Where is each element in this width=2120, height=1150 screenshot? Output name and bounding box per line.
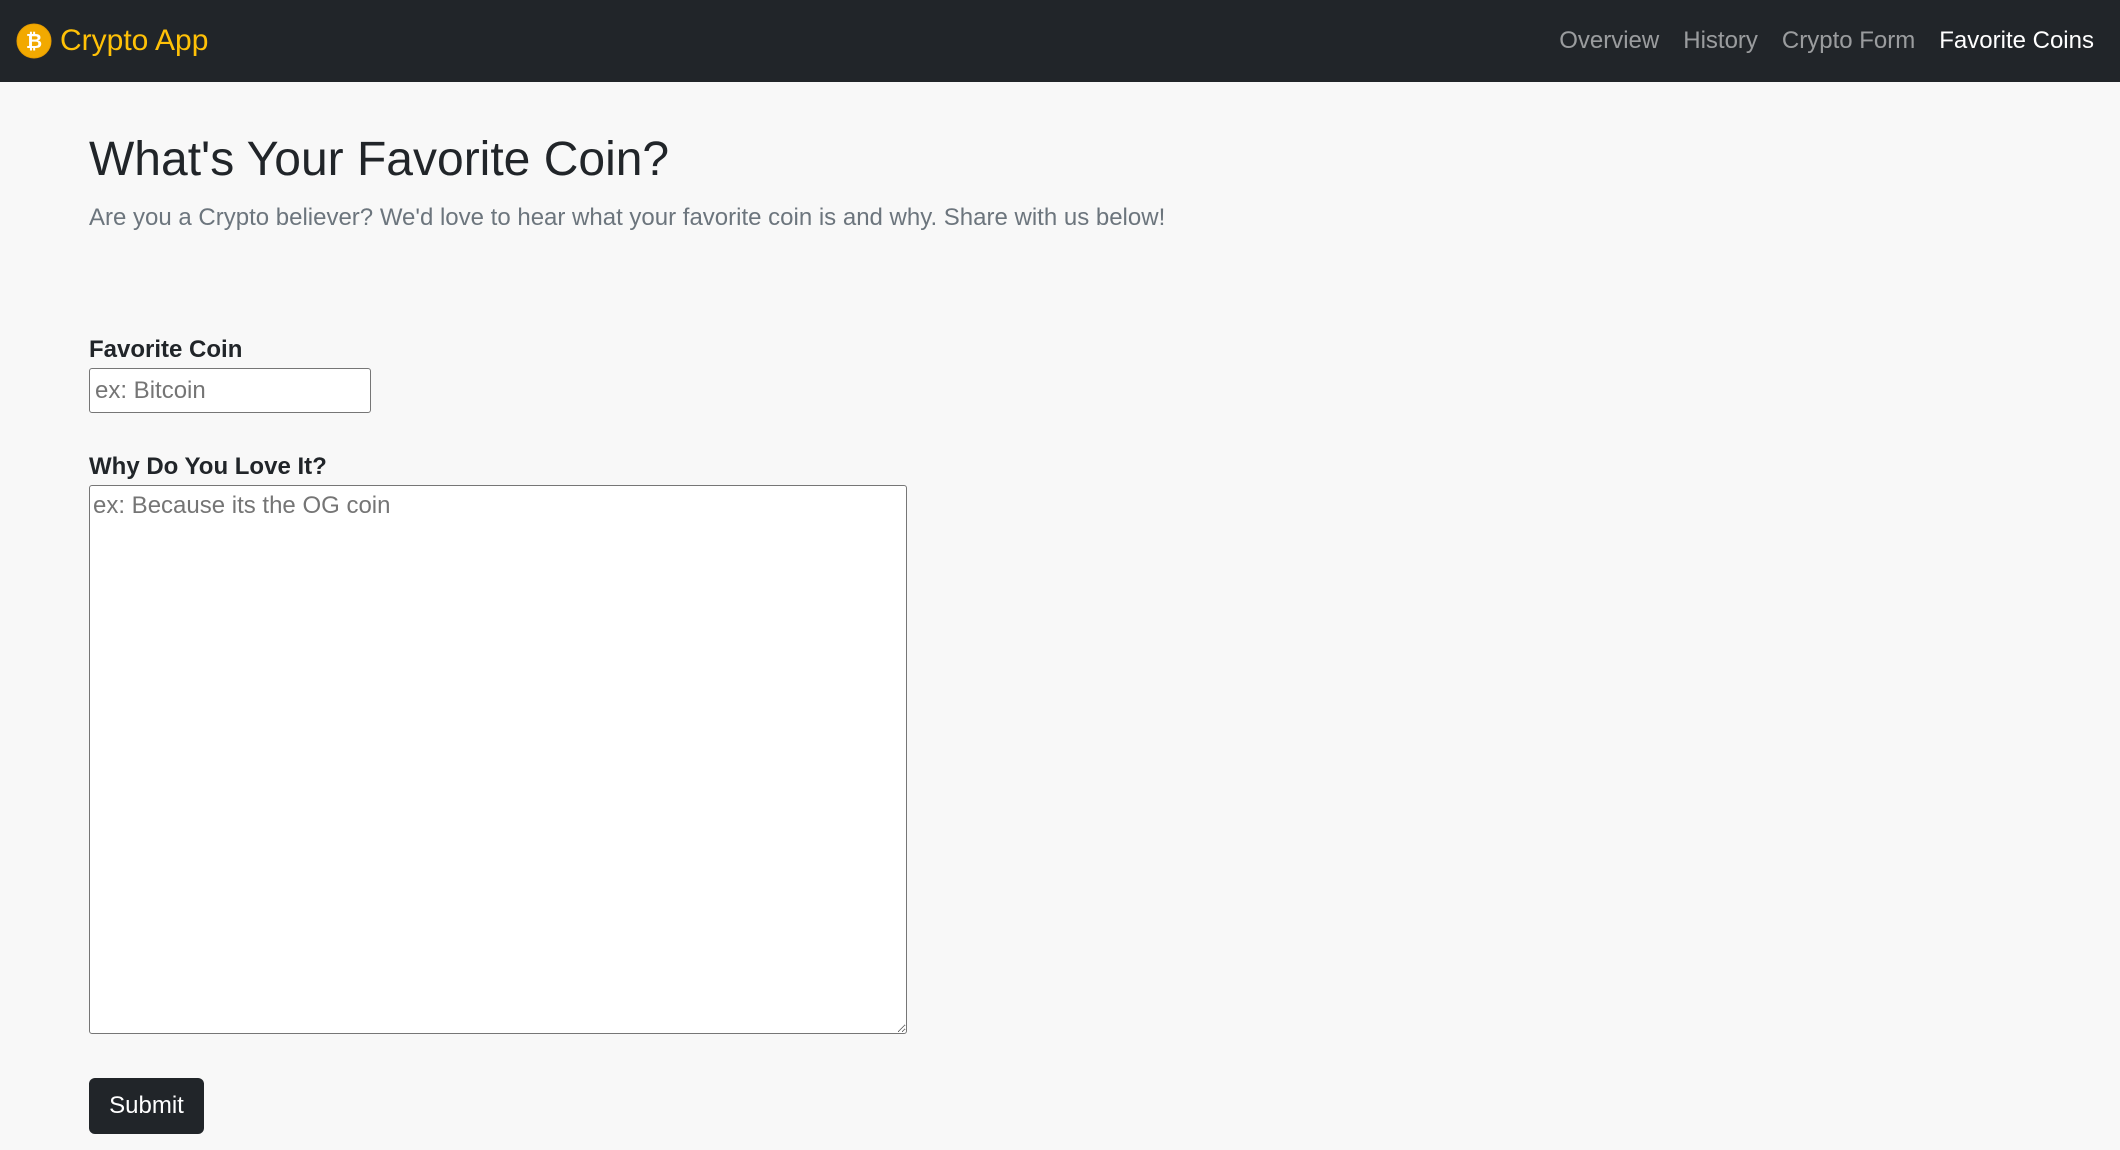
- nav-links: Overview History Crypto Form Favorite Co…: [1535, 22, 2094, 60]
- favorite-coin-input[interactable]: [89, 368, 371, 413]
- submit-button[interactable]: Submit: [89, 1078, 204, 1134]
- brand-link[interactable]: ₿ Crypto App: [16, 22, 208, 60]
- svg-text:₿: ₿: [26, 29, 42, 53]
- brand-label: Crypto App: [60, 24, 209, 57]
- nav-link-crypto-form[interactable]: Crypto Form: [1782, 22, 1915, 60]
- bitcoin-icon: ₿: [16, 23, 52, 59]
- nav-link-history[interactable]: History: [1683, 22, 1758, 60]
- top-navbar: ₿ Crypto App Overview History Crypto For…: [0, 0, 2120, 82]
- page-title: What's Your Favorite Coin?: [89, 133, 670, 186]
- favorite-coin-label: Favorite Coin: [89, 336, 243, 363]
- nav-link-overview[interactable]: Overview: [1559, 22, 1659, 60]
- page-subtitle: Are you a Crypto believer? We'd love to …: [89, 204, 1166, 231]
- why-love-label: Why Do You Love It?: [89, 453, 327, 480]
- nav-link-favorite-coins[interactable]: Favorite Coins: [1939, 22, 2094, 60]
- why-love-textarea[interactable]: [89, 485, 907, 1034]
